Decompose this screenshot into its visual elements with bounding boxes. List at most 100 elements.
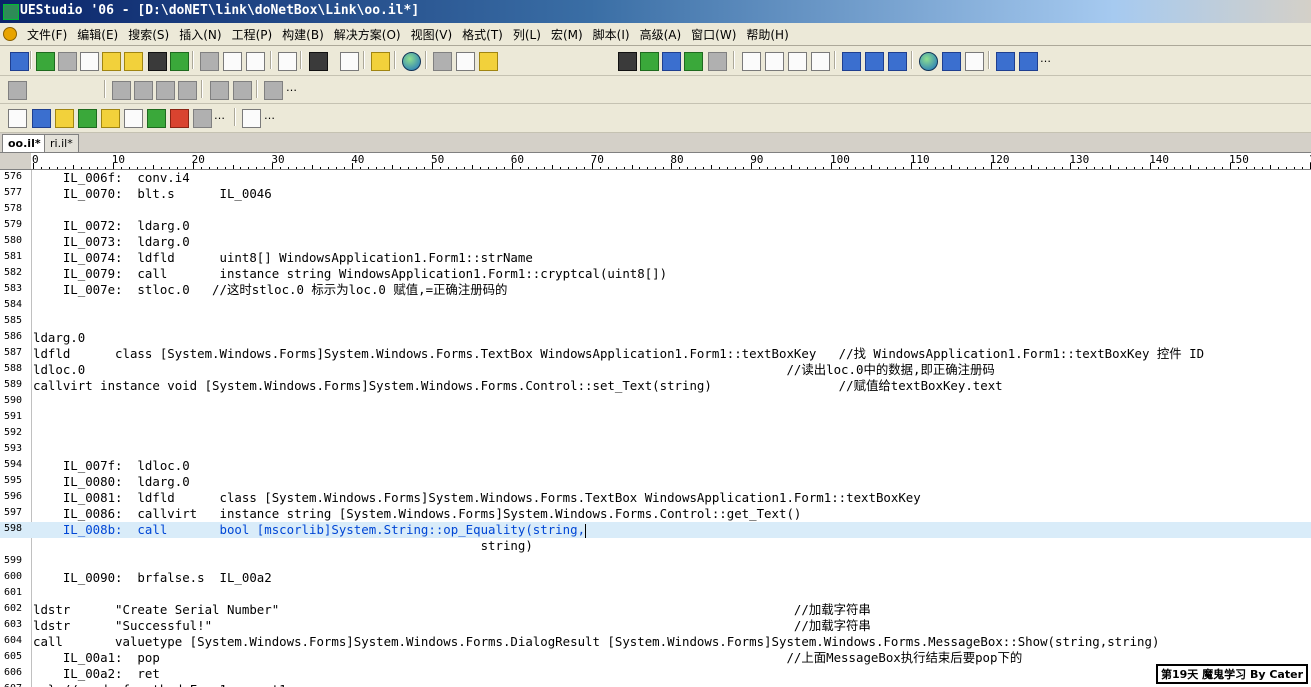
menu-item[interactable]: 帮助(H) — [741, 26, 793, 43]
add-folder-icon[interactable] — [147, 109, 166, 128]
list-icon[interactable] — [242, 109, 261, 128]
code-line[interactable]: 601 — [0, 586, 1311, 602]
menu-item[interactable]: 高级(A) — [635, 26, 687, 43]
build-icon[interactable] — [134, 81, 153, 100]
code-line[interactable]: 583 IL_007e: stloc.0 //这时stloc.0 标示为loc.… — [0, 282, 1311, 298]
save-all-icon[interactable] — [170, 52, 189, 71]
delete-icon[interactable] — [170, 109, 189, 128]
code-line[interactable]: 596 IL_0081: ldfld class [System.Windows… — [0, 490, 1311, 506]
open-recent-icon[interactable] — [124, 52, 143, 71]
tab-ri-il[interactable]: ri.il* — [44, 134, 79, 152]
menu-item[interactable]: 窗口(W) — [686, 26, 741, 43]
code-line[interactable]: 577 IL_0070: blt.s IL_0046 — [0, 186, 1311, 202]
find-next-icon[interactable] — [640, 52, 659, 71]
menu-item[interactable]: 格式(T) — [457, 26, 508, 43]
code-line[interactable]: 589 callvirt instance void [System.Window… — [0, 378, 1311, 394]
code-line[interactable]: 584 — [0, 298, 1311, 314]
hex-mode-icon[interactable] — [340, 52, 359, 71]
menu-item[interactable]: 视图(V) — [406, 26, 458, 43]
close-project-icon[interactable] — [55, 109, 74, 128]
code-line[interactable]: 602 ldstr "Create Serial Number" //加载字符串 — [0, 602, 1311, 618]
menu-item[interactable]: 文件(F) — [22, 26, 72, 43]
menu-item[interactable]: 编辑(E) — [72, 26, 123, 43]
screen-icon[interactable] — [942, 52, 961, 71]
word-wrap-icon[interactable] — [309, 52, 328, 71]
replace-in-files-icon[interactable] — [708, 52, 727, 71]
export-icon[interactable] — [246, 52, 265, 71]
cut-icon[interactable] — [433, 52, 452, 71]
code-line[interactable]: 585 — [0, 314, 1311, 330]
toolbar-overflow-icon[interactable]: … — [1040, 52, 1051, 65]
tab-oo-il[interactable]: oo.il* — [2, 134, 47, 152]
code-line[interactable]: 603 ldstr "Successful!" //加载字符串 — [0, 618, 1311, 634]
print-icon[interactable] — [200, 52, 219, 71]
code-line[interactable]: 597 IL_0086: callvirt instance string [S… — [0, 506, 1311, 522]
rebuild-icon[interactable] — [156, 81, 175, 100]
find-in-files-icon[interactable] — [662, 52, 681, 71]
code-line[interactable]: 576 IL_006f: conv.i4 — [0, 170, 1311, 186]
code-line[interactable]: 594 IL_007f: ldloc.0 — [0, 458, 1311, 474]
toolbar-overflow-icon[interactable]: … — [264, 109, 275, 122]
web-icon[interactable] — [919, 52, 938, 71]
info-icon[interactable] — [996, 52, 1015, 71]
document-icon[interactable] — [278, 52, 297, 71]
menu-item[interactable]: 搜索(S) — [123, 26, 174, 43]
project-settings-icon[interactable] — [78, 109, 97, 128]
code-line[interactable]: 604 call valuetype [System.Windows.Forms]… — [0, 634, 1311, 650]
code-line[interactable]: 606 IL_00a2: ret — [0, 666, 1311, 682]
menu-item[interactable]: 宏(M) — [546, 26, 588, 43]
run-icon[interactable] — [210, 81, 229, 100]
new-project-icon[interactable] — [8, 109, 27, 128]
code-line[interactable]: 579 IL_0072: ldarg.0 — [0, 218, 1311, 234]
code-line[interactable]: 586 ldarg.0 — [0, 330, 1311, 346]
code-line[interactable]: 595 IL_0080: ldarg.0 — [0, 474, 1311, 490]
code-line[interactable]: 600 IL_0090: brfalse.s IL_00a2 — [0, 570, 1311, 586]
code-line[interactable]: 593 — [0, 442, 1311, 458]
remove-file-icon[interactable] — [124, 109, 143, 128]
code-line[interactable]: 605 IL_00a1: pop //上面MessageBox执行结束后要pop… — [0, 650, 1311, 666]
new-file-icon[interactable] — [80, 52, 99, 71]
replace-icon[interactable] — [684, 52, 703, 71]
split-horizontal-icon[interactable] — [842, 52, 861, 71]
back-arrow-icon[interactable] — [36, 52, 55, 71]
align-right-icon[interactable] — [788, 52, 807, 71]
copy-icon[interactable] — [456, 52, 475, 71]
paste-icon[interactable] — [479, 52, 498, 71]
code-line[interactable]: 578 — [0, 202, 1311, 218]
project-icon[interactable] — [10, 52, 29, 71]
open-folder-icon[interactable] — [102, 52, 121, 71]
forward-arrow-icon[interactable] — [58, 52, 77, 71]
code-line[interactable]: 607 } // end of method Form1::crypt1 — [0, 682, 1311, 687]
align-left-icon[interactable] — [742, 52, 761, 71]
add-file-icon[interactable] — [101, 109, 120, 128]
current-code-line[interactable]: 598 IL_008b: call bool [mscorlib]System.… — [0, 522, 1311, 538]
notes-icon[interactable] — [371, 52, 390, 71]
code-line[interactable]: 591 — [0, 410, 1311, 426]
code-line[interactable]: 588 ldloc.0 //读出loc.0中的数据,即正确注册码 — [0, 362, 1311, 378]
menu-item[interactable]: 插入(N) — [174, 26, 226, 43]
window-icon[interactable] — [965, 52, 984, 71]
code-line[interactable]: 582 IL_0079: call instance string Window… — [0, 266, 1311, 282]
toolbar-overflow-icon[interactable]: … — [286, 81, 297, 94]
menu-item[interactable]: 构建(B) — [277, 26, 329, 43]
compile-icon[interactable] — [112, 81, 131, 100]
config-icon[interactable] — [8, 81, 27, 100]
menu-item[interactable]: 脚本(I) — [588, 26, 635, 43]
code-line[interactable]: 581 IL_0074: ldfld uint8[] WindowsApplic… — [0, 250, 1311, 266]
code-line[interactable]: 592 — [0, 426, 1311, 442]
code-line[interactable]: 590 — [0, 394, 1311, 410]
properties-icon[interactable] — [193, 109, 212, 128]
code-line[interactable]: 580 IL_0073: ldarg.0 — [0, 234, 1311, 250]
code-line[interactable]: 599 — [0, 554, 1311, 570]
justify-icon[interactable] — [811, 52, 830, 71]
menu-item[interactable]: 列(L) — [508, 26, 546, 43]
print-preview-icon[interactable] — [223, 52, 242, 71]
browser-icon[interactable] — [402, 52, 421, 71]
open-project-icon[interactable] — [32, 109, 51, 128]
help-icon[interactable] — [1019, 52, 1038, 71]
code-line[interactable]: 587 ldfld class [System.Windows.Forms]Sys… — [0, 346, 1311, 362]
cascade-windows-icon[interactable] — [888, 52, 907, 71]
code-line[interactable]: string) — [0, 538, 1311, 554]
split-vertical-icon[interactable] — [865, 52, 884, 71]
tools-icon[interactable] — [264, 81, 283, 100]
